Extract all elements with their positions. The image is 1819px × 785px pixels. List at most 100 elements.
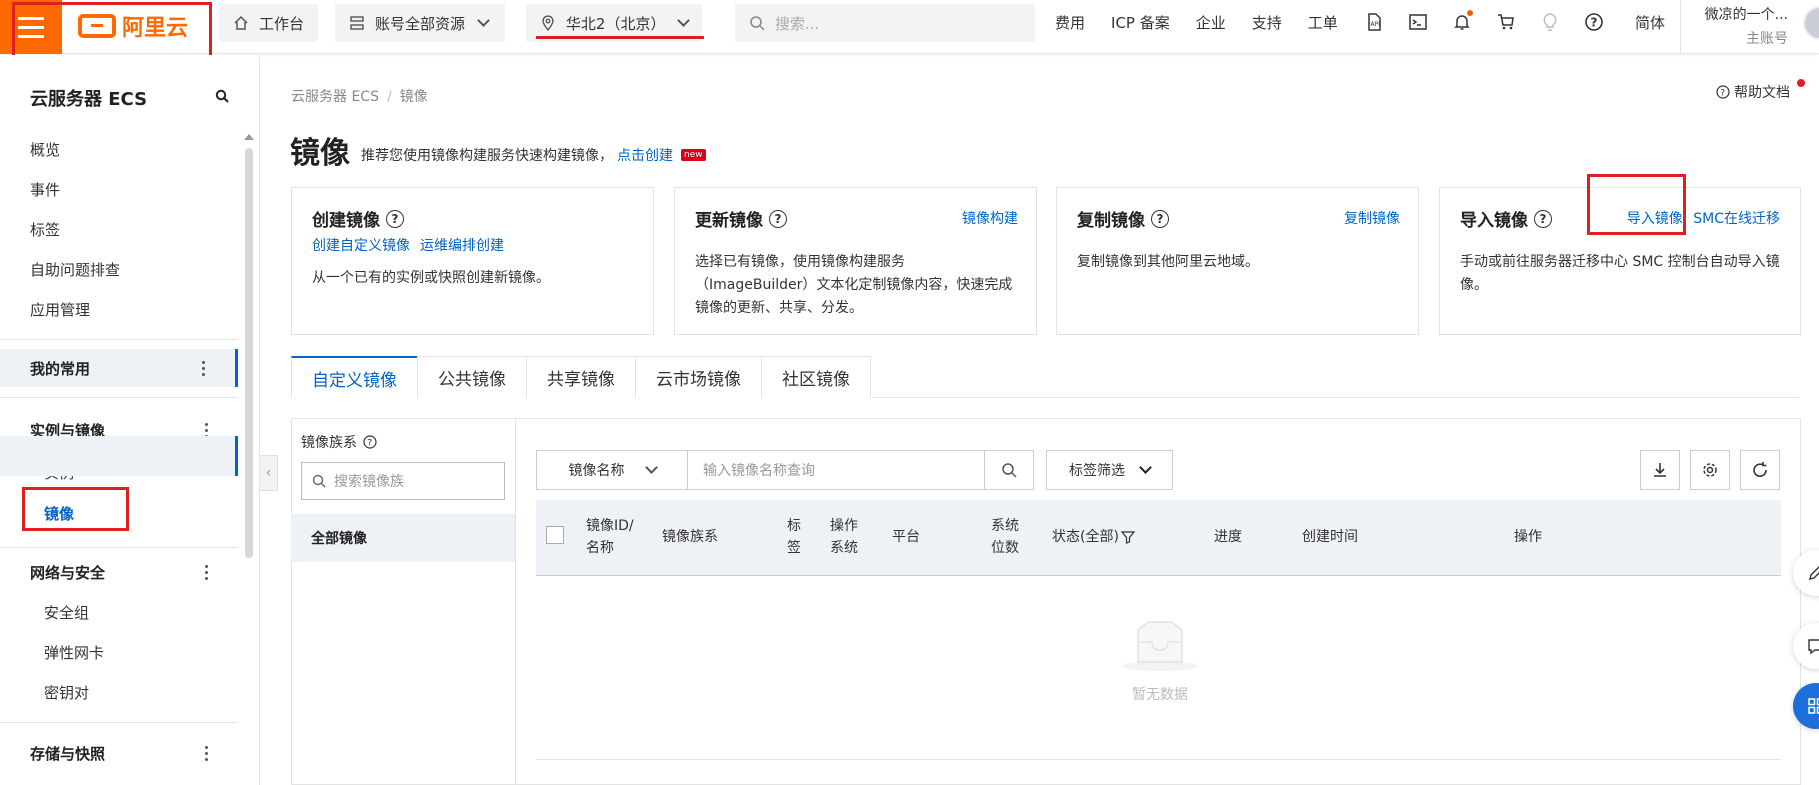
account-menu[interactable]: 微凉的一个... 主账号 bbox=[1680, 0, 1800, 54]
global-search-input[interactable]: 搜索... bbox=[735, 4, 1035, 42]
lightbulb-icon[interactable] bbox=[1539, 11, 1561, 33]
sidebar-group-storage[interactable]: 存储与快照 bbox=[0, 734, 238, 772]
select-all-checkbox[interactable] bbox=[546, 526, 564, 544]
chevron-down-icon bbox=[477, 14, 490, 27]
search-icon[interactable] bbox=[215, 89, 229, 103]
column-image-id: 镜像ID/名称 bbox=[586, 518, 634, 556]
smc-migration-link[interactable]: SMC在线迁移 bbox=[1693, 211, 1780, 227]
workbench-button[interactable]: 工作台 bbox=[219, 4, 319, 42]
tab-marketplace-images[interactable]: 云市场镜像 bbox=[635, 356, 762, 398]
svg-text:API: API bbox=[1371, 21, 1381, 28]
sidebar-collapse-button[interactable]: ‹ bbox=[260, 455, 278, 491]
svg-text:?: ? bbox=[1720, 89, 1725, 99]
search-field-select[interactable]: 镜像名称 bbox=[536, 450, 688, 490]
more-icon[interactable] bbox=[202, 360, 205, 376]
question-icon[interactable]: ? bbox=[769, 209, 787, 228]
question-icon[interactable]: ? bbox=[386, 209, 404, 228]
column-progress: 进度 bbox=[1214, 529, 1242, 545]
nav-link-enterprise[interactable]: 企业 bbox=[1196, 12, 1226, 33]
table-header: 镜像ID/名称 镜像族系 标签 操作系统 平台 系统位数 状态(全部) 进度 创… bbox=[536, 500, 1781, 576]
sidebar-item-overview[interactable]: 概览 bbox=[30, 139, 60, 160]
tab-shared-images[interactable]: 共享镜像 bbox=[526, 356, 636, 398]
scroll-up-icon[interactable] bbox=[244, 134, 254, 140]
sidebar-group-network-security[interactable]: 网络与安全 bbox=[0, 553, 238, 591]
bell-icon[interactable] bbox=[1451, 10, 1473, 33]
api-icon[interactable]: API bbox=[1363, 11, 1385, 33]
create-image-link[interactable]: 点击创建 bbox=[617, 145, 673, 165]
nav-link-icp[interactable]: ICP 备案 bbox=[1111, 12, 1170, 33]
more-icon[interactable] bbox=[205, 564, 208, 580]
breadcrumb-root[interactable]: 云服务器 ECS bbox=[291, 89, 379, 105]
search-icon bbox=[750, 16, 765, 31]
download-button[interactable] bbox=[1640, 450, 1680, 490]
sidebar-group-favorites[interactable]: 我的常用 bbox=[0, 349, 238, 387]
sidebar-item-security-group[interactable]: 安全组 bbox=[44, 602, 89, 623]
family-search-input[interactable]: 搜索镜像族 bbox=[301, 462, 505, 500]
terminal-icon[interactable] bbox=[1407, 11, 1429, 33]
sidebar-item-eni[interactable]: 弹性网卡 bbox=[44, 642, 104, 663]
download-icon bbox=[1654, 463, 1666, 477]
help-docs-link[interactable]: ? 帮助文档 bbox=[1716, 82, 1790, 102]
language-switch[interactable]: 简体 bbox=[1635, 12, 1665, 33]
filter-icon[interactable] bbox=[1120, 530, 1135, 544]
tab-public-images[interactable]: 公共镜像 bbox=[417, 356, 527, 398]
empty-state: 暂无数据 bbox=[1110, 620, 1210, 704]
refresh-button[interactable] bbox=[1740, 450, 1780, 490]
image-family-panel: 镜像族系 ? 搜索镜像族 全部镜像 bbox=[291, 418, 516, 785]
page-title: 镜像 bbox=[290, 136, 350, 171]
refresh-icon bbox=[1753, 462, 1767, 477]
sidebar-item-images-active[interactable] bbox=[0, 436, 238, 476]
settings-button[interactable] bbox=[1690, 450, 1730, 490]
nav-link-billing[interactable]: 费用 bbox=[1055, 12, 1085, 33]
sidebar-item-keypair[interactable]: 密钥对 bbox=[44, 682, 89, 703]
tab-community-images[interactable]: 社区镜像 bbox=[761, 356, 871, 398]
oos-create-link[interactable]: 运维编排创建 bbox=[420, 235, 504, 255]
chevron-down-icon bbox=[677, 14, 690, 27]
notification-dot bbox=[1797, 79, 1805, 87]
search-button[interactable] bbox=[984, 450, 1034, 490]
help-icon[interactable]: ? bbox=[1583, 11, 1605, 33]
cart-icon[interactable] bbox=[1495, 11, 1517, 33]
table-bottom-border bbox=[536, 759, 1781, 760]
annotation-box-images bbox=[22, 487, 129, 531]
sidebar-divider bbox=[0, 339, 238, 340]
column-image-family: 镜像族系 bbox=[662, 529, 718, 545]
sidebar-item-troubleshoot[interactable]: 自助问题排查 bbox=[30, 259, 120, 280]
column-actions: 操作 bbox=[1514, 529, 1542, 545]
question-icon[interactable]: ? bbox=[363, 435, 377, 449]
question-icon[interactable]: ? bbox=[1534, 209, 1552, 228]
notification-dot bbox=[1467, 10, 1473, 16]
avatar[interactable] bbox=[1803, 6, 1819, 40]
image-builder-link[interactable]: 镜像构建 bbox=[962, 208, 1018, 228]
breadcrumb-current: 镜像 bbox=[399, 89, 428, 105]
nav-link-support[interactable]: 支持 bbox=[1252, 12, 1282, 33]
tag-filter-button[interactable]: 标签筛选 bbox=[1046, 450, 1173, 490]
sidebar-scrollbar[interactable] bbox=[245, 148, 253, 558]
column-status[interactable]: 状态(全部) bbox=[1052, 526, 1135, 548]
image-tabs: 自定义镜像 公共镜像 共享镜像 云市场镜像 社区镜像 bbox=[291, 356, 1799, 398]
copy-image-link[interactable]: 复制镜像 bbox=[1344, 208, 1400, 228]
resource-selector[interactable]: 账号全部资源 bbox=[335, 4, 505, 42]
family-item-all[interactable]: 全部镜像 bbox=[291, 514, 515, 562]
search-icon bbox=[312, 474, 326, 488]
sidebar-item-app-management[interactable]: 应用管理 bbox=[30, 299, 90, 320]
tab-custom-images[interactable]: 自定义镜像 bbox=[291, 356, 418, 398]
create-custom-image-link[interactable]: 创建自定义镜像 bbox=[312, 235, 410, 255]
sidebar-item-events[interactable]: 事件 bbox=[30, 179, 60, 200]
new-badge: new bbox=[681, 149, 706, 161]
chevron-down-icon bbox=[1139, 461, 1152, 474]
question-icon[interactable]: ? bbox=[1151, 209, 1169, 228]
more-icon[interactable] bbox=[205, 745, 208, 761]
nav-link-ticket[interactable]: 工单 bbox=[1308, 12, 1338, 33]
breadcrumb: 云服务器 ECS / 镜像 bbox=[291, 89, 428, 105]
chevron-down-icon bbox=[644, 461, 658, 474]
server-icon bbox=[350, 16, 364, 30]
page-description: 推荐您使用镜像构建服务快速构建镜像， 点击创建 new bbox=[361, 145, 706, 165]
column-tags: 标签 bbox=[787, 518, 801, 556]
sidebar-item-tags[interactable]: 标签 bbox=[30, 219, 60, 240]
column-os: 操作系统 bbox=[830, 518, 858, 556]
card-update-image: 更新镜像? 镜像构建 选择已有镜像，使用镜像构建服务（ImageBuilder）… bbox=[674, 187, 1037, 335]
top-nav-links: 费用 ICP 备案 企业 支持 工单 bbox=[1055, 0, 1338, 44]
image-name-search-input[interactable]: 输入镜像名称查询 bbox=[687, 450, 985, 490]
help-icon: ? bbox=[1716, 85, 1730, 99]
